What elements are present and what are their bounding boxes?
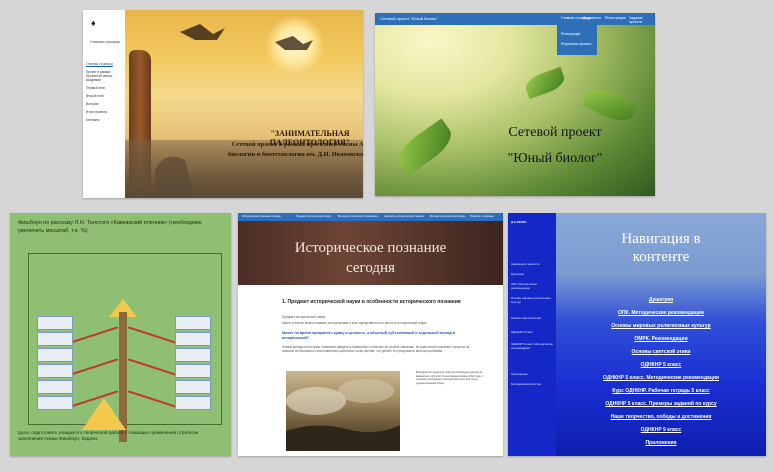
fishbone-footer: Цель: подготовить учащихся к творческой … [18, 430, 199, 441]
content-link[interactable]: Основы светской этики [556, 349, 766, 355]
history-tabs: Историческое познание сегодня Предмет ис… [238, 213, 503, 221]
fishbone-screenshot[interactable]: Фишбоун по рассказу Л.Н. Толстого «Кавка… [10, 213, 231, 456]
section-line: Предмет исторической науки [282, 315, 326, 319]
tab-history-today[interactable]: Историческое познание сегодня [242, 215, 281, 218]
tab-scientific[interactable]: Научность исторического знания [384, 215, 424, 218]
sidebar-item[interactable]: Основы светской этики [511, 316, 555, 321]
history-site-screenshot[interactable]: Историческое познание сегодня Предмет ис… [238, 213, 503, 456]
fishbone-box [37, 348, 73, 362]
sidebar-item[interactable]: ОПК. Методические рекомендации [511, 282, 555, 290]
sidebar-title: Д.О.ОЕРКИ [511, 220, 527, 224]
fishbone-bone [127, 390, 177, 408]
fishbone-tail [82, 398, 126, 430]
tab-subject[interactable]: Предмет исторической науки [296, 215, 331, 218]
top-navbar: Сетевой проект "Юный биолог" Главная стр… [375, 13, 655, 25]
site-brand[interactable]: Сетевой проект "Юный биолог" [380, 16, 438, 21]
sidebar-nav: Главная страница Проект в рамках Проектн… [86, 62, 124, 126]
content-link[interactable]: ОМРК. Рекомендации [556, 336, 766, 342]
nav-stage-2[interactable]: Второй этап [86, 94, 124, 98]
content-link[interactable]: ОДНКНР 9 класс [556, 427, 766, 433]
sidebar-item[interactable]: Приложения [511, 372, 555, 377]
sidebar-header: Главная страница [90, 40, 120, 44]
fishbone-bone [69, 326, 119, 344]
content-link[interactable]: Основы мировых религиозных культур [556, 323, 766, 329]
tab-methods[interactable]: Методы исторического познания [338, 215, 377, 218]
fishbone-box [37, 364, 73, 378]
paleontology-site-screenshot[interactable]: ♦ Главная страница Главная страница Прое… [83, 10, 363, 198]
sidebar-item[interactable]: Основы мировых религиозных культур [511, 296, 555, 304]
nav-home[interactable]: Главная страница [86, 62, 124, 66]
fishbone-box [37, 332, 73, 346]
nav-project[interactable]: Проект в рамках Проектной смены Академии [86, 70, 124, 82]
section-question: Может ли время превратить кражу в ценнос… [282, 331, 455, 340]
menu-registration[interactable]: Регистрация [605, 16, 625, 20]
fishbone-box [175, 396, 211, 410]
fishbone-box [175, 380, 211, 394]
fishbone-box [175, 364, 211, 378]
content-link[interactable]: Курс ОДНКНР. Рабочая тетрадь 5 класс [556, 388, 766, 394]
nav-stage-1[interactable]: Первый этап [86, 86, 124, 90]
hero-title-line-1: Сетевой проект [508, 125, 602, 140]
fishbone-caption: Фишбоун по рассказу Л.Н. Толстого «Кавка… [18, 220, 202, 234]
dropdown-menu: Регистрация Результаты проекта [557, 25, 597, 55]
hero-title-line-2: "Юный биолог" [507, 151, 603, 166]
section-heading: 1. Предмет исторической науки и особенно… [282, 299, 461, 305]
fishbone-box [37, 380, 73, 394]
content-link[interactable]: Приложения [556, 440, 766, 446]
fishbone-bone [127, 326, 177, 344]
content-link[interactable]: Душегрея [556, 297, 766, 303]
nav-title-line-2: контенте [632, 249, 690, 265]
menu-documents[interactable]: Документы [583, 16, 601, 20]
sidebar-item[interactable]: ОДНКНР 5 класс. Методические рекомендаци… [511, 342, 555, 350]
leaf-graphic [392, 118, 458, 176]
fishbone-box [175, 316, 211, 330]
tab-problems[interactable]: Методологические проблемы [430, 215, 465, 218]
nav-title-line-1: Навигация в [621, 231, 701, 247]
banner-title-line-1: Историческое познание [294, 240, 447, 256]
sidebar-item[interactable]: Душегрея [511, 272, 555, 277]
history-banner: Историческое познание сегодня [238, 221, 503, 285]
leaf-graphic [522, 66, 568, 100]
fishbone-box [37, 316, 73, 330]
leaf-graphic [582, 83, 638, 127]
fishbone-box [175, 332, 211, 346]
fishbone-bone [127, 358, 177, 376]
site-sidebar: ♦ Главная страница Главная страница Прое… [83, 10, 126, 198]
dropdown-item-registration[interactable]: Регистрация [561, 32, 580, 36]
dropdown-item-results[interactable]: Результаты проекта [561, 42, 591, 46]
site-logo: ♦ [91, 18, 96, 28]
fishbone-bone [69, 358, 119, 376]
content-link[interactable]: ОДНКНР 5 класс. Примеры заданий по курсу [556, 401, 766, 407]
nav-results[interactable]: Итоги проекта [86, 110, 124, 114]
tab-terms[interactable]: Понятия и термины [470, 215, 494, 218]
content-link[interactable]: ОДНКНР 5 класс. Методические рекомендаци… [556, 375, 766, 381]
nav-sidebar: Д.О.ОЕРКИ Навигация в контенте Душегрея … [508, 213, 556, 456]
menu-task[interactable]: Задание проекта [629, 16, 655, 24]
section-line: Какое событие можно назвать историческим… [282, 321, 427, 325]
nav-history[interactable]: История [86, 102, 124, 106]
hero-description: Сетевой проект в рамках проектной смены … [228, 141, 363, 158]
content-link[interactable]: ОДНКНР 5 класс [556, 362, 766, 368]
network-project-screenshot[interactable]: Сетевой проект "Юный биолог" Главная стр… [375, 13, 655, 196]
painting-caption: Бородинское сражение. Картина посвящена … [416, 371, 483, 385]
fishbone-box [37, 396, 73, 410]
navigation-site-screenshot[interactable]: Д.О.ОЕРКИ Навигация в контенте Душегрея … [508, 213, 766, 456]
nav-contacts[interactable]: Контакты [86, 118, 124, 122]
battle-painting [286, 371, 400, 451]
sidebar-item[interactable]: Методическая копилка [511, 382, 555, 387]
content-link[interactable]: Наше творчество, победы и достижения [556, 414, 766, 420]
section-paragraph: Новый взгляд на историю позволяет увидет… [282, 345, 470, 354]
banner-title-line-2: сегодня [346, 260, 395, 276]
sidebar-item[interactable]: Навигация в контенте [511, 262, 555, 267]
fishbone-box [175, 348, 211, 362]
hero-image: "ЗАНИМАТЕЛЬНАЯ ПАЛЕОНТОЛОГИЯ" Сетевой пр… [125, 10, 363, 198]
content-link[interactable]: ОПК. Методические рекомендации [556, 310, 766, 316]
sidebar-item[interactable]: ОДНКНР 5 класс [511, 330, 555, 335]
battle-painting-art [286, 379, 400, 451]
